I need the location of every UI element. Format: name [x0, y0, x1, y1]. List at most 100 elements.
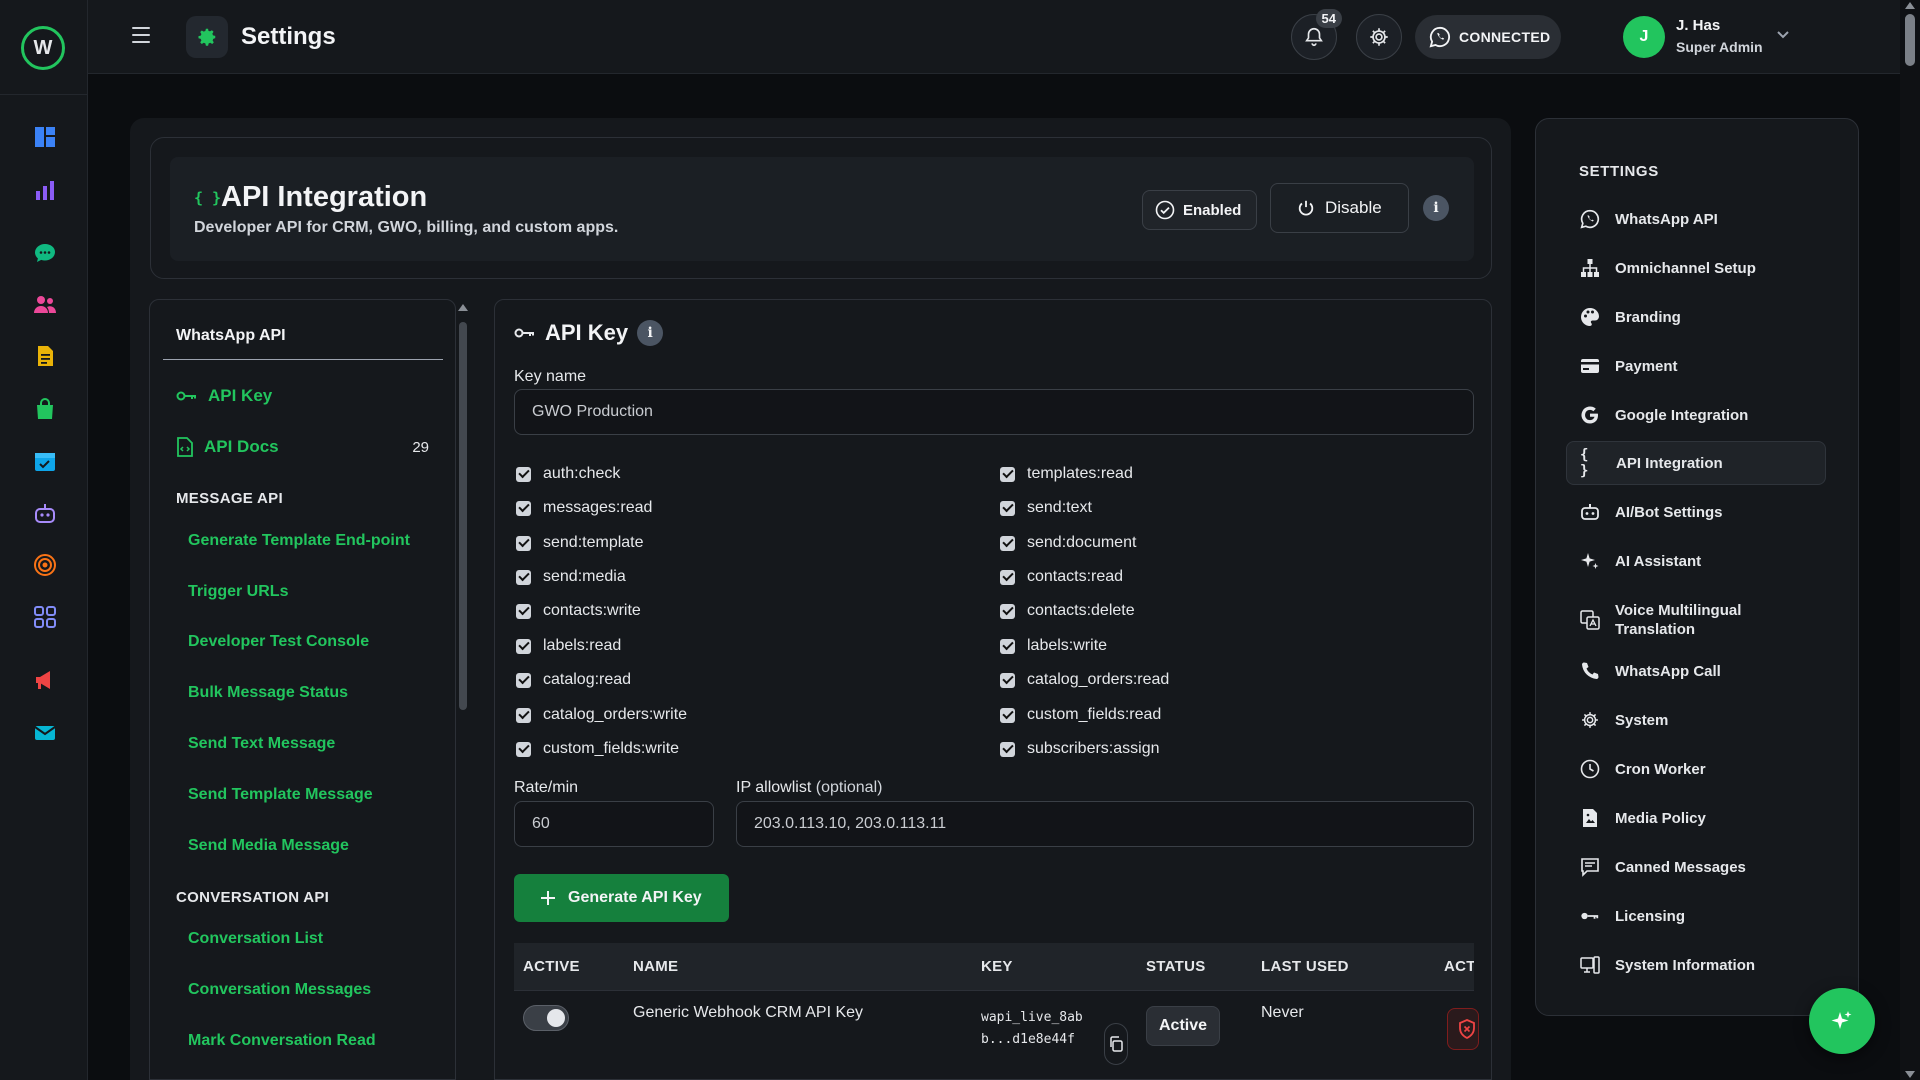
- nav-subitem[interactable]: Send Template Message: [188, 786, 373, 804]
- nav-subitem[interactable]: Developer Test Console: [188, 633, 369, 651]
- connection-status-pill[interactable]: CONNECTED: [1415, 15, 1561, 59]
- permission-checkbox[interactable]: custom_fields:read: [1000, 706, 1161, 724]
- settings-item-ai-bot[interactable]: AI/Bot Settings: [1566, 490, 1826, 534]
- checkbox-checked-icon[interactable]: [516, 603, 531, 619]
- permission-checkbox[interactable]: send:template: [516, 534, 644, 552]
- settings-item-cron-worker[interactable]: Cron Worker: [1566, 747, 1826, 791]
- bot-icon[interactable]: [32, 501, 58, 527]
- checkbox-checked-icon[interactable]: [1000, 500, 1015, 516]
- permission-checkbox[interactable]: subscribers:assign: [1000, 740, 1160, 758]
- settings-item-media-policy[interactable]: Media Policy: [1566, 796, 1826, 840]
- email-icon[interactable]: [32, 720, 58, 746]
- nav-subitem[interactable]: Send Media Message: [188, 837, 349, 855]
- shop-icon[interactable]: [32, 396, 58, 422]
- settings-item-system-information[interactable]: System Information: [1566, 943, 1826, 987]
- menu-toggle-icon[interactable]: [132, 27, 150, 43]
- nav-subitem[interactable]: Bulk Message Status: [188, 684, 348, 702]
- templates-icon[interactable]: [32, 343, 58, 369]
- dashboard-icon[interactable]: [32, 124, 58, 150]
- checkbox-checked-icon[interactable]: [1000, 672, 1015, 688]
- settings-item-system[interactable]: System: [1566, 698, 1826, 742]
- settings-item-google[interactable]: Google Integration: [1566, 393, 1826, 437]
- permission-checkbox[interactable]: contacts:delete: [1000, 602, 1135, 620]
- checkbox-checked-icon[interactable]: [1000, 603, 1015, 619]
- user-name[interactable]: J. Has: [1676, 17, 1720, 34]
- checkbox-checked-icon[interactable]: [1000, 741, 1015, 757]
- contacts-icon[interactable]: [32, 291, 58, 317]
- checkbox-checked-icon[interactable]: [1000, 638, 1015, 654]
- calendar-icon[interactable]: [32, 448, 58, 474]
- checkbox-checked-icon[interactable]: [516, 638, 531, 654]
- active-toggle[interactable]: [523, 1005, 569, 1031]
- revoke-key-button[interactable]: [1447, 1008, 1479, 1050]
- generate-api-key-button[interactable]: Generate API Key: [514, 874, 729, 922]
- settings-item-canned-messages[interactable]: Canned Messages: [1566, 845, 1826, 889]
- avatar[interactable]: J: [1623, 16, 1665, 58]
- checkbox-checked-icon[interactable]: [1000, 707, 1015, 723]
- scroll-down-arrow-icon[interactable]: [1905, 1071, 1915, 1078]
- checkbox-checked-icon[interactable]: [1000, 535, 1015, 551]
- notifications-button[interactable]: 54: [1291, 9, 1342, 60]
- chevron-down-icon[interactable]: [1776, 30, 1790, 40]
- page-scrollbar[interactable]: [1900, 0, 1920, 1080]
- permission-checkbox[interactable]: catalog_orders:write: [516, 706, 687, 724]
- nav-scrollbar[interactable]: [456, 300, 470, 1080]
- nav-subitem[interactable]: Conversation List: [188, 930, 323, 948]
- permission-checkbox[interactable]: catalog:read: [516, 671, 631, 689]
- checkbox-checked-icon[interactable]: [516, 741, 531, 757]
- permission-checkbox[interactable]: messages:read: [516, 499, 652, 517]
- permission-checkbox[interactable]: send:media: [516, 568, 626, 586]
- permission-checkbox[interactable]: contacts:read: [1000, 568, 1123, 586]
- checkbox-checked-icon[interactable]: [516, 672, 531, 688]
- scroll-up-arrow-icon[interactable]: [1905, 2, 1915, 9]
- checkbox-checked-icon[interactable]: [516, 535, 531, 551]
- key-name-input[interactable]: GWO Production: [514, 389, 1474, 435]
- settings-item-branding[interactable]: Branding: [1566, 295, 1826, 339]
- settings-item-ai-assistant[interactable]: AI Assistant: [1566, 539, 1826, 583]
- checkbox-checked-icon[interactable]: [516, 466, 531, 482]
- target-icon[interactable]: [32, 552, 58, 578]
- permission-checkbox[interactable]: labels:write: [1000, 637, 1107, 655]
- chat-icon[interactable]: [32, 240, 58, 266]
- permission-checkbox[interactable]: catalog_orders:read: [1000, 671, 1169, 689]
- permission-checkbox[interactable]: send:text: [1000, 499, 1092, 517]
- permission-checkbox[interactable]: custom_fields:write: [516, 740, 679, 758]
- copy-button[interactable]: [1104, 1023, 1128, 1065]
- checkbox-checked-icon[interactable]: [516, 707, 531, 723]
- scrollbar-thumb[interactable]: [1905, 14, 1915, 66]
- permission-checkbox[interactable]: templates:read: [1000, 465, 1133, 483]
- nav-scroll-up-icon[interactable]: [458, 304, 468, 311]
- checkbox-checked-icon[interactable]: [1000, 466, 1015, 482]
- rate-input[interactable]: 60: [514, 801, 714, 847]
- ip-allowlist-input[interactable]: 203.0.113.10, 203.0.113.11: [736, 801, 1474, 847]
- nav-subitem[interactable]: Conversation Messages: [188, 981, 371, 999]
- megaphone-icon[interactable]: [32, 667, 58, 693]
- analytics-icon[interactable]: [32, 177, 58, 203]
- info-icon[interactable]: i: [1423, 195, 1449, 221]
- nav-subitem[interactable]: Trigger URLs: [188, 583, 288, 601]
- disable-button[interactable]: Disable: [1270, 183, 1409, 233]
- permission-checkbox[interactable]: labels:read: [516, 637, 621, 655]
- permission-checkbox[interactable]: auth:check: [516, 465, 620, 483]
- settings-item-licensing[interactable]: Licensing: [1566, 894, 1826, 938]
- settings-item-omnichannel[interactable]: Omnichannel Setup: [1566, 246, 1826, 290]
- permission-checkbox[interactable]: contacts:write: [516, 602, 641, 620]
- settings-button[interactable]: [1356, 14, 1402, 60]
- settings-item-payment[interactable]: Payment: [1566, 344, 1826, 388]
- nav-item-api-docs[interactable]: API Docs: [176, 437, 279, 457]
- settings-item-voice-translation[interactable]: Voice Multilingual Translation: [1566, 594, 1826, 646]
- checkbox-checked-icon[interactable]: [1000, 569, 1015, 585]
- nav-subitem[interactable]: Mark Conversation Read: [188, 1032, 376, 1050]
- checkbox-checked-icon[interactable]: [516, 569, 531, 585]
- nav-subitem[interactable]: Generate Template End-point: [188, 532, 410, 550]
- apps-icon[interactable]: [32, 604, 58, 630]
- checkbox-checked-icon[interactable]: [516, 500, 531, 516]
- settings-item-whatsapp-api[interactable]: WhatsApp API: [1566, 197, 1826, 241]
- ai-assistant-fab[interactable]: [1809, 988, 1875, 1054]
- permission-checkbox[interactable]: send:document: [1000, 534, 1136, 552]
- nav-scroll-thumb[interactable]: [459, 322, 467, 710]
- settings-item-whatsapp-call[interactable]: WhatsApp Call: [1566, 649, 1826, 693]
- nav-subitem[interactable]: Send Text Message: [188, 735, 335, 753]
- info-icon[interactable]: i: [637, 320, 664, 346]
- nav-item-api-key[interactable]: API Key: [176, 386, 272, 406]
